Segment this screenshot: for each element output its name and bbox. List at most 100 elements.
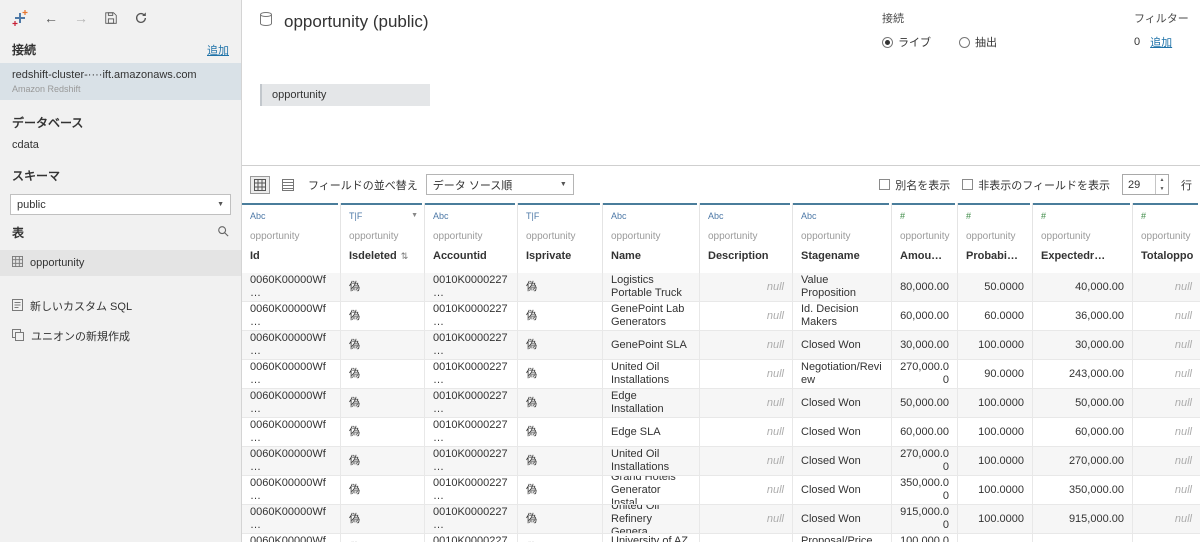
cell-isprivate[interactable]: 偽 bbox=[518, 302, 603, 330]
spinner-up-icon[interactable]: ▲ bbox=[1156, 175, 1168, 185]
cell-probabi[interactable]: 100.0000 bbox=[958, 476, 1033, 504]
cell-isdeleted[interactable]: 偽 bbox=[341, 389, 425, 417]
column-header-stagename[interactable]: Abc opportunity Stagename bbox=[793, 203, 892, 273]
cell-expectedr[interactable]: 915,000.00 bbox=[1033, 505, 1133, 533]
cell-totaloppo[interactable]: null bbox=[1133, 505, 1200, 533]
new-custom-sql-button[interactable]: 新しいカスタム SQL bbox=[0, 290, 241, 318]
column-header-id[interactable]: Abc opportunity Id bbox=[242, 203, 341, 273]
cell-amou[interactable]: 30,000.00 bbox=[892, 331, 958, 359]
cell-id[interactable]: 0060K00000Wf… bbox=[242, 302, 341, 330]
cell-amou[interactable]: 50,000.00 bbox=[892, 389, 958, 417]
cell-name[interactable]: United Oil Refinery Genera… bbox=[603, 505, 700, 533]
cell-accountid[interactable]: 0010K0000227… bbox=[425, 389, 518, 417]
cell-id[interactable]: 0060K00000Wf… bbox=[242, 360, 341, 388]
cell-probabi[interactable]: 100.0000 bbox=[958, 505, 1033, 533]
cell-stagename[interactable]: Negotiation/Review bbox=[793, 360, 892, 388]
forward-button[interactable]: → bbox=[74, 10, 88, 26]
column-header-name[interactable]: Abc opportunity Name bbox=[603, 203, 700, 273]
cell-totaloppo[interactable]: null bbox=[1133, 302, 1200, 330]
cell-isdeleted[interactable]: 偽 bbox=[341, 505, 425, 533]
cell-probabi[interactable]: 100.0000 bbox=[958, 331, 1033, 359]
cell-isprivate[interactable]: 偽 bbox=[518, 534, 603, 542]
cell-expectedr[interactable]: 60,000.00 bbox=[1033, 418, 1133, 446]
cell-amou[interactable]: 915,000.00 bbox=[892, 505, 958, 533]
cell-isdeleted[interactable]: 偽 bbox=[341, 418, 425, 446]
cell-name[interactable]: GenePoint SLA bbox=[603, 331, 700, 359]
cell-description[interactable]: null bbox=[700, 534, 793, 542]
refresh-button[interactable] bbox=[134, 11, 148, 25]
show-hidden-fields-checkbox-row[interactable]: 非表示のフィールドを表示 bbox=[962, 177, 1110, 193]
cell-expectedr[interactable]: 50,000.00 bbox=[1033, 389, 1133, 417]
metadata-grid-view-button[interactable] bbox=[250, 175, 270, 194]
cell-expectedr[interactable]: 40,000.00 bbox=[1033, 273, 1133, 301]
column-header-amou[interactable]: # opportunity Amou… bbox=[892, 203, 958, 273]
cell-description[interactable]: null bbox=[700, 447, 793, 475]
cell-stagename[interactable]: Closed Won bbox=[793, 505, 892, 533]
cell-name[interactable]: United Oil Installations bbox=[603, 360, 700, 388]
cell-probabi[interactable]: 100.0000 bbox=[958, 418, 1033, 446]
cell-isprivate[interactable]: 偽 bbox=[518, 331, 603, 359]
cell-stagename[interactable]: Closed Won bbox=[793, 447, 892, 475]
cell-probabi[interactable]: 100.0000 bbox=[958, 447, 1033, 475]
column-header-totaloppo[interactable]: # opportunity Totaloppo… bbox=[1133, 203, 1200, 273]
spinner-down-icon[interactable]: ▼ bbox=[1156, 185, 1168, 195]
row-count-stepper[interactable]: 29 ▲ ▼ bbox=[1122, 174, 1169, 195]
save-button[interactable] bbox=[104, 11, 118, 25]
cell-name[interactable]: University of AZ … bbox=[603, 534, 700, 542]
cell-probabi[interactable]: 100.0000 bbox=[958, 389, 1033, 417]
new-union-button[interactable]: ユニオンの新規作成 bbox=[0, 318, 241, 348]
cell-expectedr[interactable]: 243,000.00 bbox=[1033, 360, 1133, 388]
table-pill-opportunity[interactable]: opportunity bbox=[260, 84, 430, 106]
cell-accountid[interactable]: 0010K0000227… bbox=[425, 331, 518, 359]
cell-totaloppo[interactable]: null bbox=[1133, 389, 1200, 417]
cell-id[interactable]: 0060K00000Wf… bbox=[242, 273, 341, 301]
cell-totaloppo[interactable]: null bbox=[1133, 418, 1200, 446]
column-header-description[interactable]: Abc opportunity Description bbox=[700, 203, 793, 273]
cell-isprivate[interactable]: 偽 bbox=[518, 360, 603, 388]
column-header-isdeleted[interactable]: T|F ▼ opportunity Isdeleted ⇅ bbox=[341, 203, 425, 273]
cell-totaloppo[interactable]: null bbox=[1133, 273, 1200, 301]
cell-name[interactable]: Express Logistics Portable Truck … bbox=[603, 273, 700, 301]
cell-isdeleted[interactable]: 偽 bbox=[341, 476, 425, 504]
cell-description[interactable]: null bbox=[700, 360, 793, 388]
cell-totaloppo[interactable]: null bbox=[1133, 476, 1200, 504]
cell-probabi[interactable]: 75.0000 bbox=[958, 534, 1033, 542]
cell-amou[interactable]: 270,000.00 bbox=[892, 360, 958, 388]
cell-expectedr[interactable]: 350,000.00 bbox=[1033, 476, 1133, 504]
cell-accountid[interactable]: 0010K0000227… bbox=[425, 302, 518, 330]
cell-id[interactable]: 0060K00000Wf… bbox=[242, 447, 341, 475]
add-connection-link[interactable]: 追加 bbox=[207, 42, 229, 58]
cell-isdeleted[interactable]: 偽 bbox=[341, 302, 425, 330]
cell-isprivate[interactable]: 偽 bbox=[518, 505, 603, 533]
cell-isprivate[interactable]: 偽 bbox=[518, 389, 603, 417]
cell-expectedr[interactable]: 30,000.00 bbox=[1033, 331, 1133, 359]
cell-stagename[interactable]: Closed Won bbox=[793, 389, 892, 417]
cell-accountid[interactable]: 0010K0000227… bbox=[425, 360, 518, 388]
column-header-accountid[interactable]: Abc opportunity Accountid bbox=[425, 203, 518, 273]
page-title[interactable]: opportunity (public) bbox=[284, 12, 429, 32]
cell-isdeleted[interactable]: 偽 bbox=[341, 447, 425, 475]
cell-accountid[interactable]: 0010K0000227… bbox=[425, 447, 518, 475]
schema-select[interactable]: public ▼ bbox=[10, 194, 231, 215]
cell-isprivate[interactable]: 偽 bbox=[518, 418, 603, 446]
sort-icon[interactable]: ⇅ bbox=[401, 251, 409, 262]
cell-probabi[interactable]: 90.0000 bbox=[958, 360, 1033, 388]
cell-stagename[interactable]: Closed Won bbox=[793, 418, 892, 446]
column-header-probabi[interactable]: # opportunity Probabi… bbox=[958, 203, 1033, 273]
cell-id[interactable]: 0060K00000Wf… bbox=[242, 418, 341, 446]
cell-amou[interactable]: 270,000.00 bbox=[892, 447, 958, 475]
column-header-isprivate[interactable]: T|F opportunity Isprivate bbox=[518, 203, 603, 273]
cell-name[interactable]: United Oil Installations bbox=[603, 447, 700, 475]
extract-radio[interactable]: 抽出 bbox=[959, 34, 997, 50]
sidebar-item-opportunity[interactable]: opportunity bbox=[0, 250, 241, 276]
cell-expectedr[interactable]: 270,000.00 bbox=[1033, 447, 1133, 475]
cell-isdeleted[interactable]: 偽 bbox=[341, 534, 425, 542]
cell-isprivate[interactable]: 偽 bbox=[518, 476, 603, 504]
cell-id[interactable]: 0060K00000Wf… bbox=[242, 476, 341, 504]
cell-isprivate[interactable]: 偽 bbox=[518, 273, 603, 301]
show-aliases-checkbox-row[interactable]: 別名を表示 bbox=[879, 177, 950, 193]
cell-id[interactable]: 0060K00000Wf… bbox=[242, 534, 341, 542]
database-value[interactable]: cdata bbox=[0, 135, 241, 153]
cell-description[interactable]: null bbox=[700, 302, 793, 330]
cell-accountid[interactable]: 0010K0000227… bbox=[425, 505, 518, 533]
